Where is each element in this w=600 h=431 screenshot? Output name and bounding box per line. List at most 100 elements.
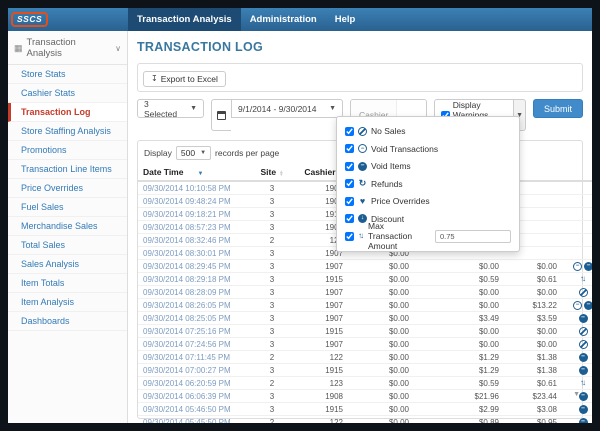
void-items-checkbox[interactable] xyxy=(345,162,354,171)
sidebar-item-promotions[interactable]: Promotions xyxy=(8,141,127,160)
sites-select[interactable]: 3 Selected ▼ xyxy=(137,99,204,118)
warning-icons: − xyxy=(567,366,592,375)
datetime-link[interactable]: 09/30/2014 08:32:46 PM xyxy=(138,234,250,247)
warnings-option-max-transaction-amount[interactable]: ↑↓Max Transaction Amount xyxy=(345,227,511,245)
circle-minus-icon: − xyxy=(579,314,588,323)
sidebar-item-store-staffing-analysis[interactable]: Store Staffing Analysis xyxy=(8,122,127,141)
filter-row: 3 Selected ▼ 9/1/2014 - 9/30/2014 ▼ xyxy=(137,99,583,131)
amount-cell: $1.29 xyxy=(414,364,504,377)
sidebar-item-price-overrides[interactable]: Price Overrides xyxy=(8,179,127,198)
datetime-link[interactable]: 09/30/2014 08:25:05 PM xyxy=(138,312,250,325)
sidebar-item-dashboards[interactable]: Dashboards xyxy=(8,312,127,331)
max-transaction-amount-input[interactable] xyxy=(435,230,511,243)
fuel-total-cell: $0.00 xyxy=(348,390,414,403)
nav-item-administration[interactable]: Administration xyxy=(241,8,326,31)
sidebar-item-item-totals[interactable]: Item Totals xyxy=(8,274,127,293)
site-cell: 2 xyxy=(250,377,294,390)
nav-item-transaction-analysis[interactable]: Transaction Analysis xyxy=(128,8,241,31)
datetime-link[interactable]: 09/30/2014 08:57:23 PM xyxy=(138,221,250,234)
datetime-link[interactable]: 09/30/2014 05:45:50 PM xyxy=(138,416,250,423)
warnings-option-void-transactions[interactable]: −Void Transactions xyxy=(345,140,511,158)
warnings-cell: −− xyxy=(562,299,592,312)
column-header-site[interactable]: Site▲▼ xyxy=(250,164,294,181)
datetime-link[interactable]: 09/30/2014 09:48:24 PM xyxy=(138,195,250,208)
column-header-label: Date Time xyxy=(143,167,183,177)
datetime-link[interactable]: 09/30/2014 08:29:18 PM xyxy=(138,273,250,286)
sidebar-item-item-analysis[interactable]: Item Analysis xyxy=(8,293,127,312)
discount-checkbox[interactable] xyxy=(345,214,354,223)
datetime-link[interactable]: 09/30/2014 09:18:21 PM xyxy=(138,208,250,221)
cashier-cell: 1915 xyxy=(294,273,348,286)
column-header-hidden-6[interactable] xyxy=(562,164,592,181)
site-cell: 3 xyxy=(250,273,294,286)
datetime-link[interactable]: 09/30/2014 05:46:50 PM xyxy=(138,403,250,416)
warnings-cell xyxy=(562,221,592,234)
site-cell: 3 xyxy=(250,247,294,260)
warnings-option-no-sales[interactable]: No Sales xyxy=(345,122,511,140)
sidebar-item-total-sales[interactable]: Total Sales xyxy=(8,236,127,255)
datetime-link[interactable]: 09/30/2014 06:06:39 PM xyxy=(138,390,250,403)
site-cell: 3 xyxy=(250,312,294,325)
site-cell: 3 xyxy=(250,260,294,273)
sidebar-item-cashier-stats[interactable]: Cashier Stats xyxy=(8,84,127,103)
site-cell: 3 xyxy=(250,195,294,208)
column-header-date-time[interactable]: Date Time▼ xyxy=(138,164,250,181)
export-to-excel-button[interactable]: ↧ Export to Excel xyxy=(143,71,226,88)
datetime-link[interactable]: 09/30/2014 08:30:01 PM xyxy=(138,247,250,260)
datetime-link[interactable]: 09/30/2014 07:11:45 PM xyxy=(138,351,250,364)
cashier-cell: 1915 xyxy=(294,325,348,338)
submit-button[interactable]: Submit xyxy=(533,99,583,118)
amount-cell: $0.00 xyxy=(414,260,504,273)
sidebar-item-store-stats[interactable]: Store Stats xyxy=(8,65,127,84)
records-per-page-select[interactable]: 500 ▼ xyxy=(176,146,211,160)
price-overrides-checkbox[interactable] xyxy=(345,197,354,206)
datetime-link[interactable]: 09/30/2014 10:10:58 PM xyxy=(138,181,250,195)
ban-icon xyxy=(579,327,588,336)
refresh-icon: ↻ xyxy=(358,179,367,188)
warnings-cell xyxy=(562,338,592,351)
datetime-link[interactable]: 09/30/2014 08:28:09 PM xyxy=(138,286,250,299)
date-range-select[interactable]: 9/1/2014 - 9/30/2014 ▼ xyxy=(231,99,343,118)
warnings-cell xyxy=(562,247,592,260)
amount-cell: $3.49 xyxy=(414,312,504,325)
amount-cell: $0.00 xyxy=(504,260,562,273)
calendar-button[interactable] xyxy=(211,99,231,131)
sidebar-item-transaction-line-items[interactable]: Transaction Line Items xyxy=(8,160,127,179)
datetime-link[interactable]: 09/30/2014 07:00:27 PM xyxy=(138,364,250,377)
sscs-logo[interactable]: SSCS xyxy=(11,12,48,27)
warnings-option-label: Price Overrides xyxy=(371,196,430,206)
datetime-link[interactable]: 09/30/2014 07:25:16 PM xyxy=(138,325,250,338)
table-row: 09/30/2014 08:29:45 PM31907$0.00$0.00$0.… xyxy=(138,260,592,273)
circle-minus-icon: − xyxy=(579,405,588,414)
fuel-total-cell: $0.00 xyxy=(348,364,414,377)
warnings-option-void-items[interactable]: −Void Items xyxy=(345,157,511,175)
datetime-link[interactable]: 09/30/2014 06:20:59 PM xyxy=(138,377,250,390)
sidebar-item-sales-analysis[interactable]: Sales Analysis xyxy=(8,255,127,274)
scrollbar-down-arrow[interactable]: ▼ xyxy=(573,391,580,398)
datetime-link[interactable]: 09/30/2014 08:26:05 PM xyxy=(138,299,250,312)
warnings-cell: ↑↓ xyxy=(562,377,592,390)
warnings-cell xyxy=(562,208,592,221)
no-sales-checkbox[interactable] xyxy=(345,127,354,136)
datetime-link[interactable]: 09/30/2014 07:24:56 PM xyxy=(138,338,250,351)
site-cell: 2 xyxy=(250,416,294,423)
sidebar-item-fuel-sales[interactable]: Fuel Sales xyxy=(8,198,127,217)
datetime-link[interactable]: 09/30/2014 08:29:45 PM xyxy=(138,260,250,273)
max-transaction-amount-checkbox[interactable] xyxy=(345,232,354,241)
sidebar-header[interactable]: ▦ Transaction Analysis ∨ xyxy=(8,31,127,65)
refunds-checkbox[interactable] xyxy=(345,179,354,188)
warnings-option-refunds[interactable]: ↻Refunds xyxy=(345,175,511,193)
site-cell: 3 xyxy=(250,208,294,221)
cashier-cell: 1915 xyxy=(294,403,348,416)
warning-icons: − xyxy=(567,353,592,362)
void-transactions-checkbox[interactable] xyxy=(345,144,354,153)
site-cell: 3 xyxy=(250,286,294,299)
site-cell: 3 xyxy=(250,390,294,403)
sidebar-item-merchandise-sales[interactable]: Merchandise Sales xyxy=(8,217,127,236)
warning-icons: − xyxy=(567,418,592,423)
warnings-option-price-overrides[interactable]: ♥Price Overrides xyxy=(345,192,511,210)
warnings-cell: −− xyxy=(562,260,592,273)
sidebar-item-transaction-log[interactable]: Transaction Log xyxy=(8,103,127,122)
export-panel: ↧ Export to Excel xyxy=(137,63,583,92)
nav-item-help[interactable]: Help xyxy=(326,8,365,31)
